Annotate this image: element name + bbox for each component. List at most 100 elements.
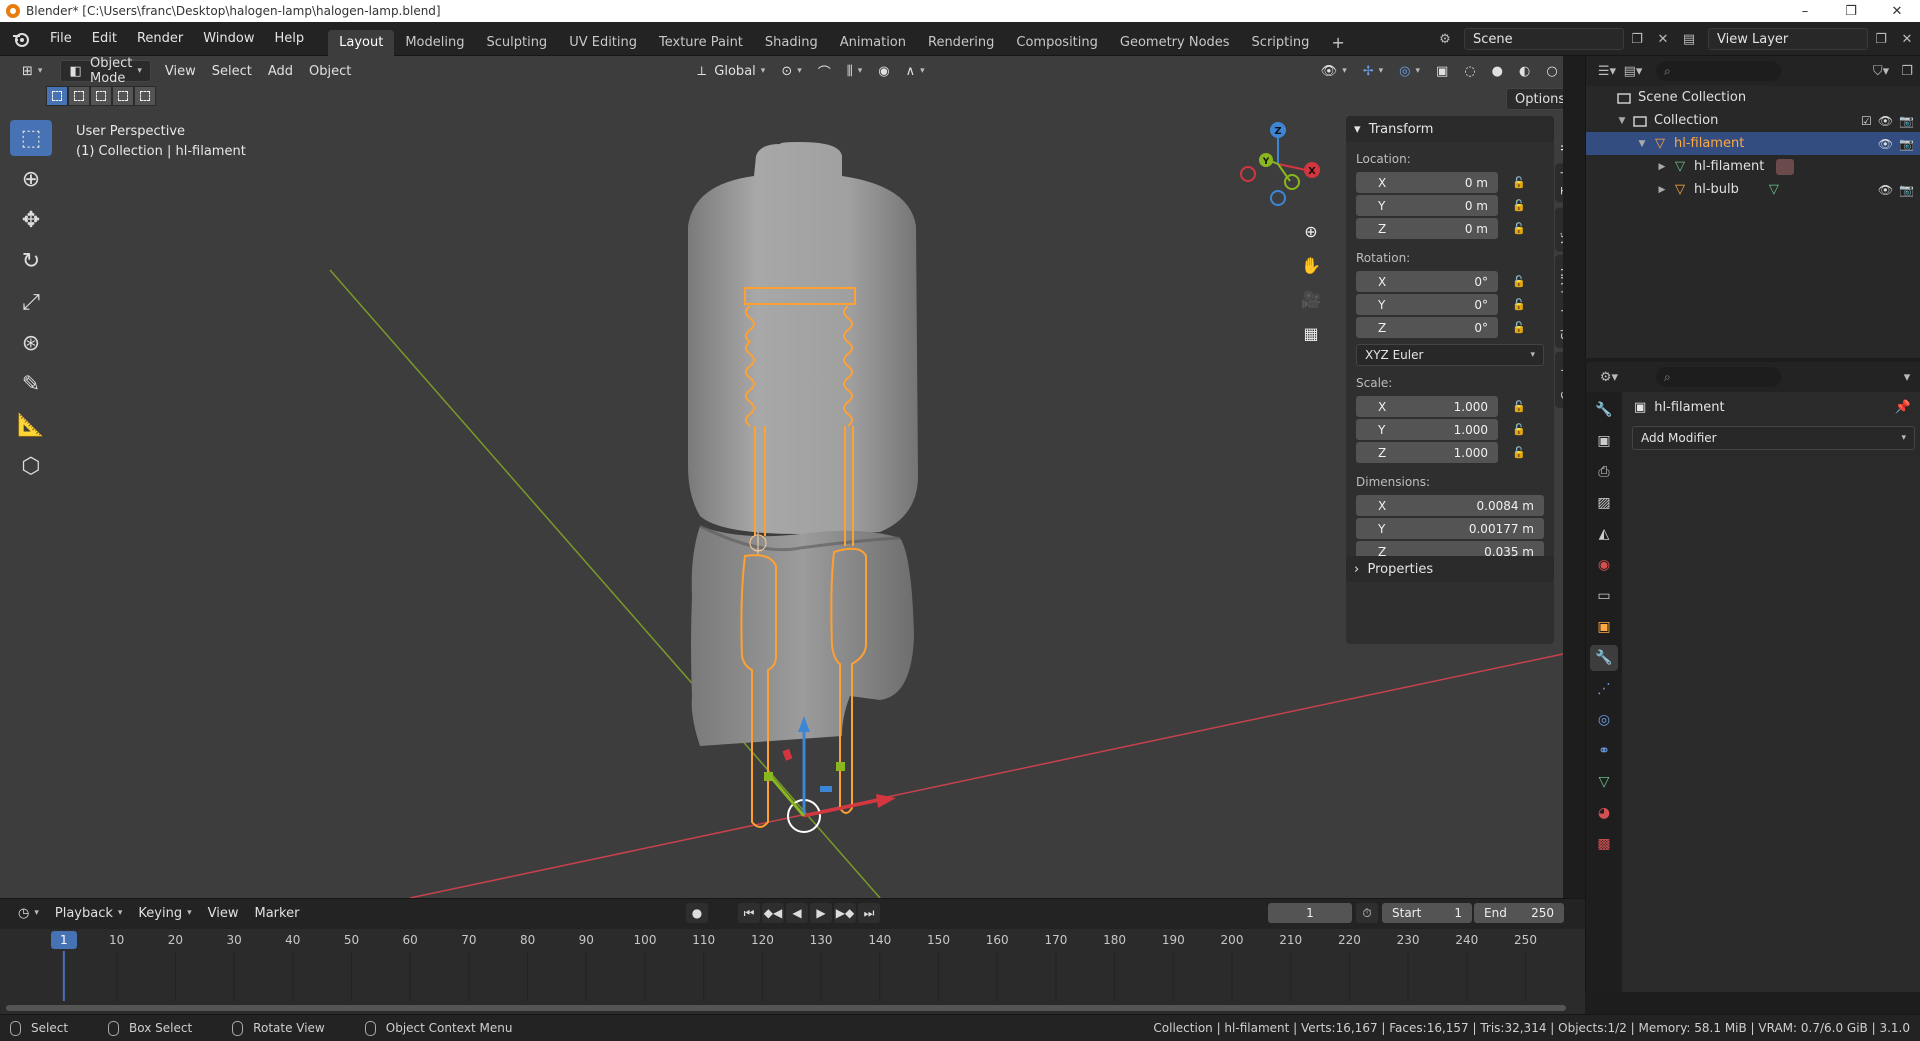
- tab-item[interactable]: Item: [1555, 116, 1563, 160]
- rotation-y-field[interactable]: Y 0°: [1356, 294, 1498, 315]
- gizmo-toggle-icon[interactable]: ✢ ▾: [1355, 60, 1391, 82]
- timeline-menu-view[interactable]: View: [200, 902, 247, 924]
- select-intersect-icon[interactable]: [134, 86, 156, 106]
- stopwatch-icon[interactable]: ⏱: [1356, 903, 1378, 923]
- select-invert-icon[interactable]: [112, 86, 134, 106]
- physics-properties-icon[interactable]: ◎: [1590, 707, 1618, 733]
- add-cube-tool-icon[interactable]: ⬡: [10, 448, 52, 484]
- scale-y-field[interactable]: Y 1.000: [1356, 419, 1498, 440]
- timeline-editor-type-icon[interactable]: ◷ ▾: [10, 902, 47, 924]
- checkbox-icon[interactable]: ☑: [1861, 114, 1872, 128]
- menu-help[interactable]: Help: [265, 22, 315, 56]
- data-properties-icon[interactable]: ▽: [1590, 769, 1618, 795]
- lock-icon[interactable]: 🔓: [1512, 446, 1530, 460]
- eye-icon[interactable]: 👁: [1878, 183, 1893, 197]
- frame-ruler[interactable]: 1 10 20 30 40 50 60 70 80 90 100 110 120 130 140 150 160…: [0, 929, 1585, 951]
- object-properties-icon[interactable]: ▣: [1590, 614, 1618, 640]
- display-mode-icon[interactable]: ▤▾: [1620, 60, 1646, 82]
- menu-window[interactable]: Window: [193, 22, 264, 56]
- expand-arrow-icon[interactable]: ▼: [1616, 116, 1628, 126]
- expand-arrow-icon[interactable]: ▶: [1656, 185, 1668, 195]
- xray-icon[interactable]: ▣: [1428, 60, 1456, 82]
- overlays-icon[interactable]: ◎ ▾: [1391, 60, 1428, 82]
- material-properties-icon[interactable]: ◕: [1590, 800, 1618, 826]
- add-modifier-button[interactable]: Add Modifier ▾: [1632, 426, 1915, 450]
- location-x-field[interactable]: X0 m: [1356, 172, 1498, 193]
- tab-create[interactable]: Create: [1555, 351, 1563, 408]
- add-workspace-button[interactable]: +: [1320, 30, 1355, 56]
- delete-view-layer-icon[interactable]: ✕: [1894, 28, 1920, 50]
- navigation-gizmo[interactable]: Z X Y: [1236, 120, 1326, 210]
- camera-icon[interactable]: 📷: [1899, 183, 1914, 197]
- outliner-row-scene-collection[interactable]: Scene Collection: [1586, 86, 1920, 109]
- new-collection-icon[interactable]: ❐: [1894, 60, 1920, 82]
- select-extend-icon[interactable]: [68, 86, 90, 106]
- tab-uv-editing[interactable]: UV Editing: [558, 30, 648, 56]
- tab-shortcut-vur[interactable]: Shortcut VUr: [1555, 255, 1563, 348]
- menu-file[interactable]: File: [40, 22, 82, 56]
- tab-animation[interactable]: Animation: [829, 30, 917, 56]
- modifier-properties-icon[interactable]: 🔧: [1590, 645, 1618, 671]
- visibility-icon[interactable]: 👁 ▾: [1313, 60, 1355, 82]
- view-layer-icon[interactable]: ▤: [1676, 28, 1702, 50]
- camera-icon[interactable]: 📷: [1899, 137, 1914, 151]
- tab-view[interactable]: View: [1555, 206, 1563, 252]
- record-icon[interactable]: ●: [686, 903, 708, 923]
- timeline-menu-keying[interactable]: Keying ▾: [130, 902, 199, 924]
- cursor-tool-icon[interactable]: ⊕: [10, 161, 52, 197]
- lock-icon[interactable]: 🔓: [1512, 400, 1530, 414]
- jump-start-icon[interactable]: ⏮: [738, 903, 760, 923]
- 3d-viewport[interactable]: ⊞ ▾ ◧ Object Mode ▾ View Select Add Object…: [0, 56, 1563, 898]
- shading-rendered-icon[interactable]: ○▾: [1538, 60, 1563, 82]
- properties-search-input[interactable]: ⌕: [1656, 367, 1781, 387]
- camera-view-icon[interactable]: 🎥: [1296, 284, 1326, 314]
- dimensions-y-field[interactable]: Y 0.00177 m: [1356, 518, 1544, 539]
- material-icon[interactable]: [1776, 158, 1795, 175]
- tab-rendering[interactable]: Rendering: [917, 30, 1005, 56]
- tab-sculpting[interactable]: Sculpting: [475, 30, 558, 56]
- render-properties-icon[interactable]: ▣: [1590, 428, 1618, 454]
- outliner-editor-type-icon[interactable]: ☰▾: [1594, 60, 1620, 82]
- view-layer-field[interactable]: View Layer: [1708, 28, 1868, 50]
- rotation-z-field[interactable]: Z 0°: [1356, 317, 1498, 338]
- current-frame-indicator[interactable]: 1: [50, 931, 77, 949]
- proportional-edit-icon[interactable]: ◉: [870, 60, 897, 82]
- pivot-icon[interactable]: ⊙ ▾: [773, 60, 809, 82]
- pan-hand-icon[interactable]: ✋: [1296, 250, 1326, 280]
- blender-menu-icon[interactable]: [10, 28, 32, 50]
- shading-solid-icon[interactable]: ●: [1484, 60, 1511, 82]
- lock-icon[interactable]: 🔓: [1512, 222, 1530, 236]
- mode-selector[interactable]: ◧ Object Mode ▾: [60, 56, 151, 86]
- outliner-row-collection[interactable]: ▼ Collection ☑ 👁 📷: [1586, 109, 1920, 132]
- tab-geometry-nodes[interactable]: Geometry Nodes: [1109, 30, 1241, 56]
- rotation-mode-select[interactable]: XYZ Euler ▾: [1356, 344, 1544, 366]
- scale-z-field[interactable]: Z 1.000: [1356, 442, 1498, 463]
- restore-button[interactable]: ❐: [1828, 0, 1874, 22]
- constraints-properties-icon[interactable]: ⚭: [1590, 738, 1618, 764]
- scene-name-field[interactable]: Scene: [1464, 28, 1624, 50]
- scene-properties-icon[interactable]: ◭: [1590, 521, 1618, 547]
- lock-icon[interactable]: 🔓: [1512, 423, 1530, 437]
- close-button[interactable]: ✕: [1874, 0, 1920, 22]
- outliner-row-hl-filament-mesh[interactable]: ▶ ▽ hl-filament: [1586, 155, 1920, 178]
- timeline-menu-marker[interactable]: Marker: [246, 902, 307, 924]
- properties-options-icon[interactable]: ▾: [1894, 366, 1920, 388]
- tab-scripting[interactable]: Scripting: [1241, 30, 1321, 56]
- outliner-row-hl-filament[interactable]: ▼ ▽ hl-filament 👁 📷: [1586, 132, 1920, 155]
- particles-properties-icon[interactable]: ⋰: [1590, 676, 1618, 702]
- measure-tool-icon[interactable]: 📐: [10, 407, 52, 443]
- play-reverse-icon[interactable]: ◀: [786, 903, 808, 923]
- collection-properties-icon[interactable]: ▭: [1590, 583, 1618, 609]
- expand-arrow-icon[interactable]: ▼: [1636, 139, 1648, 149]
- play-icon[interactable]: ▶: [810, 903, 832, 923]
- ortho-grid-icon[interactable]: ▦: [1296, 318, 1326, 348]
- next-keyframe-icon[interactable]: ▶◆: [834, 903, 856, 923]
- timeline-menu-playback[interactable]: Playback ▾: [47, 902, 131, 924]
- pin-icon[interactable]: 📌: [1895, 400, 1911, 415]
- rotate-tool-icon[interactable]: ↻: [10, 243, 52, 279]
- location-z-field[interactable]: Z0 m: [1356, 218, 1498, 239]
- scale-x-field[interactable]: X 1.000: [1356, 396, 1498, 417]
- new-scene-icon[interactable]: ❐: [1624, 28, 1650, 50]
- current-frame-field[interactable]: 1: [1268, 903, 1352, 923]
- lock-icon[interactable]: 🔓: [1512, 176, 1530, 190]
